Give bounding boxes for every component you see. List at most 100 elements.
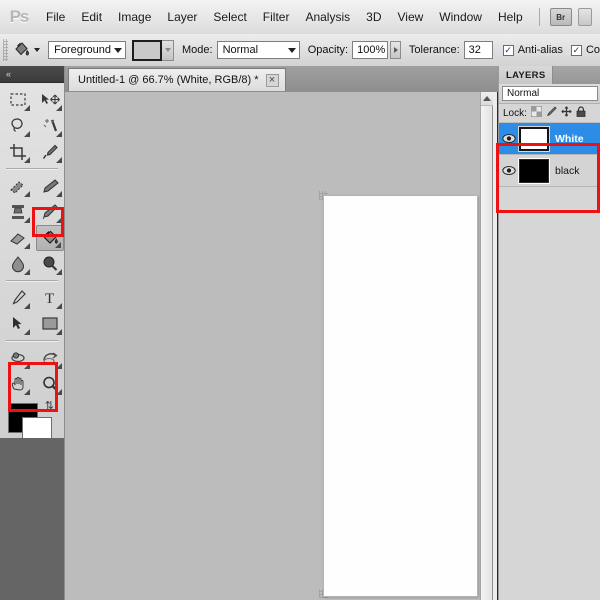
- pattern-swatch-dropdown[interactable]: [162, 39, 174, 61]
- tolerance-input[interactable]: 32: [463, 41, 493, 59]
- options-bar: Foreground Mode: Normal Opacity: 100% To…: [0, 34, 600, 67]
- path-selection-tool[interactable]: [4, 311, 32, 337]
- lock-position-icon[interactable]: [561, 106, 572, 120]
- magic-wand-tool[interactable]: [36, 113, 64, 139]
- fill-source-value: Foreground: [54, 44, 111, 56]
- menu-item-filter[interactable]: Filter: [255, 6, 298, 28]
- lasso-tool[interactable]: [4, 113, 32, 139]
- toolbox-collapse-icon: «: [6, 69, 11, 79]
- chevron-down-icon: [287, 47, 296, 53]
- rectangle-shape-tool[interactable]: [36, 311, 64, 337]
- toolbox-divider-3: [6, 340, 58, 342]
- layer-visibility-toggle[interactable]: [499, 165, 519, 176]
- contiguous-label: Co: [585, 44, 600, 56]
- mode-label: Mode:: [182, 44, 213, 56]
- menu-item-analysis[interactable]: Analysis: [297, 6, 358, 28]
- toolbox-grid: T ⇅: [0, 83, 64, 477]
- healing-brush-tool[interactable]: [4, 173, 32, 199]
- blur-tool[interactable]: [4, 251, 32, 277]
- menu-item-edit[interactable]: Edit: [73, 6, 110, 28]
- rectangular-marquee-tool[interactable]: [4, 87, 32, 113]
- eyedropper-tool[interactable]: [36, 139, 64, 165]
- layers-list: White black: [499, 123, 600, 187]
- opacity-input[interactable]: 100%: [352, 41, 389, 59]
- rotate-3d-tool[interactable]: [4, 345, 32, 371]
- layer-row[interactable]: White: [499, 123, 600, 155]
- toolbox: « T ⇅: [0, 66, 65, 477]
- contiguous-checkbox[interactable]: ✓: [570, 44, 582, 56]
- menu-item-window[interactable]: Window: [431, 6, 490, 28]
- clone-stamp-tool[interactable]: [4, 199, 32, 225]
- layer-name[interactable]: black: [555, 165, 580, 177]
- layer-thumbnail[interactable]: [518, 157, 550, 184]
- brush-tool[interactable]: [36, 173, 64, 199]
- mode-value: Normal: [222, 44, 259, 56]
- blend-mode-select[interactable]: Normal: [502, 86, 598, 101]
- menu-item-help[interactable]: Help: [490, 6, 531, 28]
- lock-image-pixels-icon[interactable]: [546, 106, 557, 120]
- blend-mode-row: Normal: [499, 84, 600, 104]
- tolerance-label: Tolerance:: [408, 44, 460, 56]
- dodge-tool[interactable]: [36, 251, 64, 277]
- lock-row: Lock:: [499, 104, 600, 123]
- options-bar-grip[interactable]: [3, 39, 9, 61]
- move-tool[interactable]: [36, 87, 64, 113]
- layer-visibility-toggle[interactable]: [499, 133, 519, 144]
- eraser-tool[interactable]: [4, 225, 32, 251]
- type-tool[interactable]: T: [36, 285, 64, 311]
- layers-panel: LAYERS Normal Lock: White black: [498, 66, 600, 600]
- photoshop-logo: Ps: [9, 7, 30, 26]
- menu-bar: Ps File Edit Image Layer Select Filter A…: [0, 0, 600, 35]
- menu-item-view[interactable]: View: [389, 6, 431, 28]
- menu-item-layer[interactable]: Layer: [159, 6, 205, 28]
- opacity-stepper[interactable]: [390, 41, 401, 59]
- tab-adjacent-panel[interactable]: [553, 66, 600, 84]
- chevron-down-icon: [114, 47, 122, 53]
- document-tab[interactable]: Untitled-1 @ 66.7% (White, RGB/8) * ×: [68, 68, 286, 91]
- tab-layers[interactable]: LAYERS: [499, 66, 554, 84]
- toolbox-divider-1: [6, 168, 58, 170]
- anti-alias-checkbox[interactable]: ✓: [502, 44, 514, 56]
- orbit-3d-tool[interactable]: [36, 345, 64, 371]
- menu-item-file[interactable]: File: [38, 6, 73, 28]
- paint-bucket-tool[interactable]: [36, 225, 64, 251]
- zoom-tool[interactable]: [36, 371, 64, 397]
- history-brush-tool[interactable]: [36, 199, 64, 225]
- toolbox-divider-2: [6, 280, 58, 282]
- layers-panel-empty-area: [499, 187, 600, 507]
- crop-tool[interactable]: [4, 139, 32, 165]
- opacity-label: Opacity:: [307, 44, 349, 56]
- panel-tab-row: LAYERS: [499, 66, 600, 84]
- document-canvas[interactable]: [323, 195, 478, 597]
- fill-source-select[interactable]: Foreground: [48, 41, 126, 59]
- menu-item-image[interactable]: Image: [110, 6, 159, 28]
- lock-transparent-pixels-icon[interactable]: [530, 105, 543, 120]
- canvas-workspace[interactable]: [64, 92, 480, 600]
- menu-item-select[interactable]: Select: [205, 6, 254, 28]
- paint-bucket-icon[interactable]: [11, 38, 31, 62]
- eye-icon: [502, 166, 516, 175]
- toolbox-collapse-button[interactable]: «: [0, 66, 64, 83]
- eye-icon: [502, 134, 516, 143]
- pen-tool[interactable]: [4, 285, 32, 311]
- menu-item-3d[interactable]: 3D: [358, 6, 389, 28]
- extras-button[interactable]: [577, 8, 592, 26]
- hand-tool[interactable]: [4, 371, 32, 397]
- toolbox-lower-background: [0, 438, 65, 600]
- bridge-button[interactable]: Br: [549, 8, 572, 26]
- close-icon[interactable]: ×: [265, 73, 279, 87]
- mode-select[interactable]: Normal: [216, 41, 300, 59]
- tool-preset-caret-icon[interactable]: [34, 48, 41, 52]
- lock-all-icon[interactable]: [576, 106, 586, 120]
- layer-name[interactable]: White: [555, 133, 584, 145]
- document-tab-title: Untitled-1 @ 66.7% (White, RGB/8) *: [78, 74, 259, 86]
- pattern-swatch[interactable]: [132, 39, 162, 61]
- swap-colors-icon[interactable]: ⇅: [45, 399, 54, 412]
- svg-text:T: T: [45, 291, 54, 307]
- menu-divider: [538, 8, 540, 26]
- anti-alias-label: Anti-alias: [517, 44, 563, 56]
- layer-thumbnail[interactable]: [518, 125, 550, 152]
- canvas-vertical-scrollbar[interactable]: [480, 92, 493, 600]
- layer-row[interactable]: black: [499, 155, 600, 187]
- scroll-up-arrow-icon[interactable]: [481, 92, 493, 106]
